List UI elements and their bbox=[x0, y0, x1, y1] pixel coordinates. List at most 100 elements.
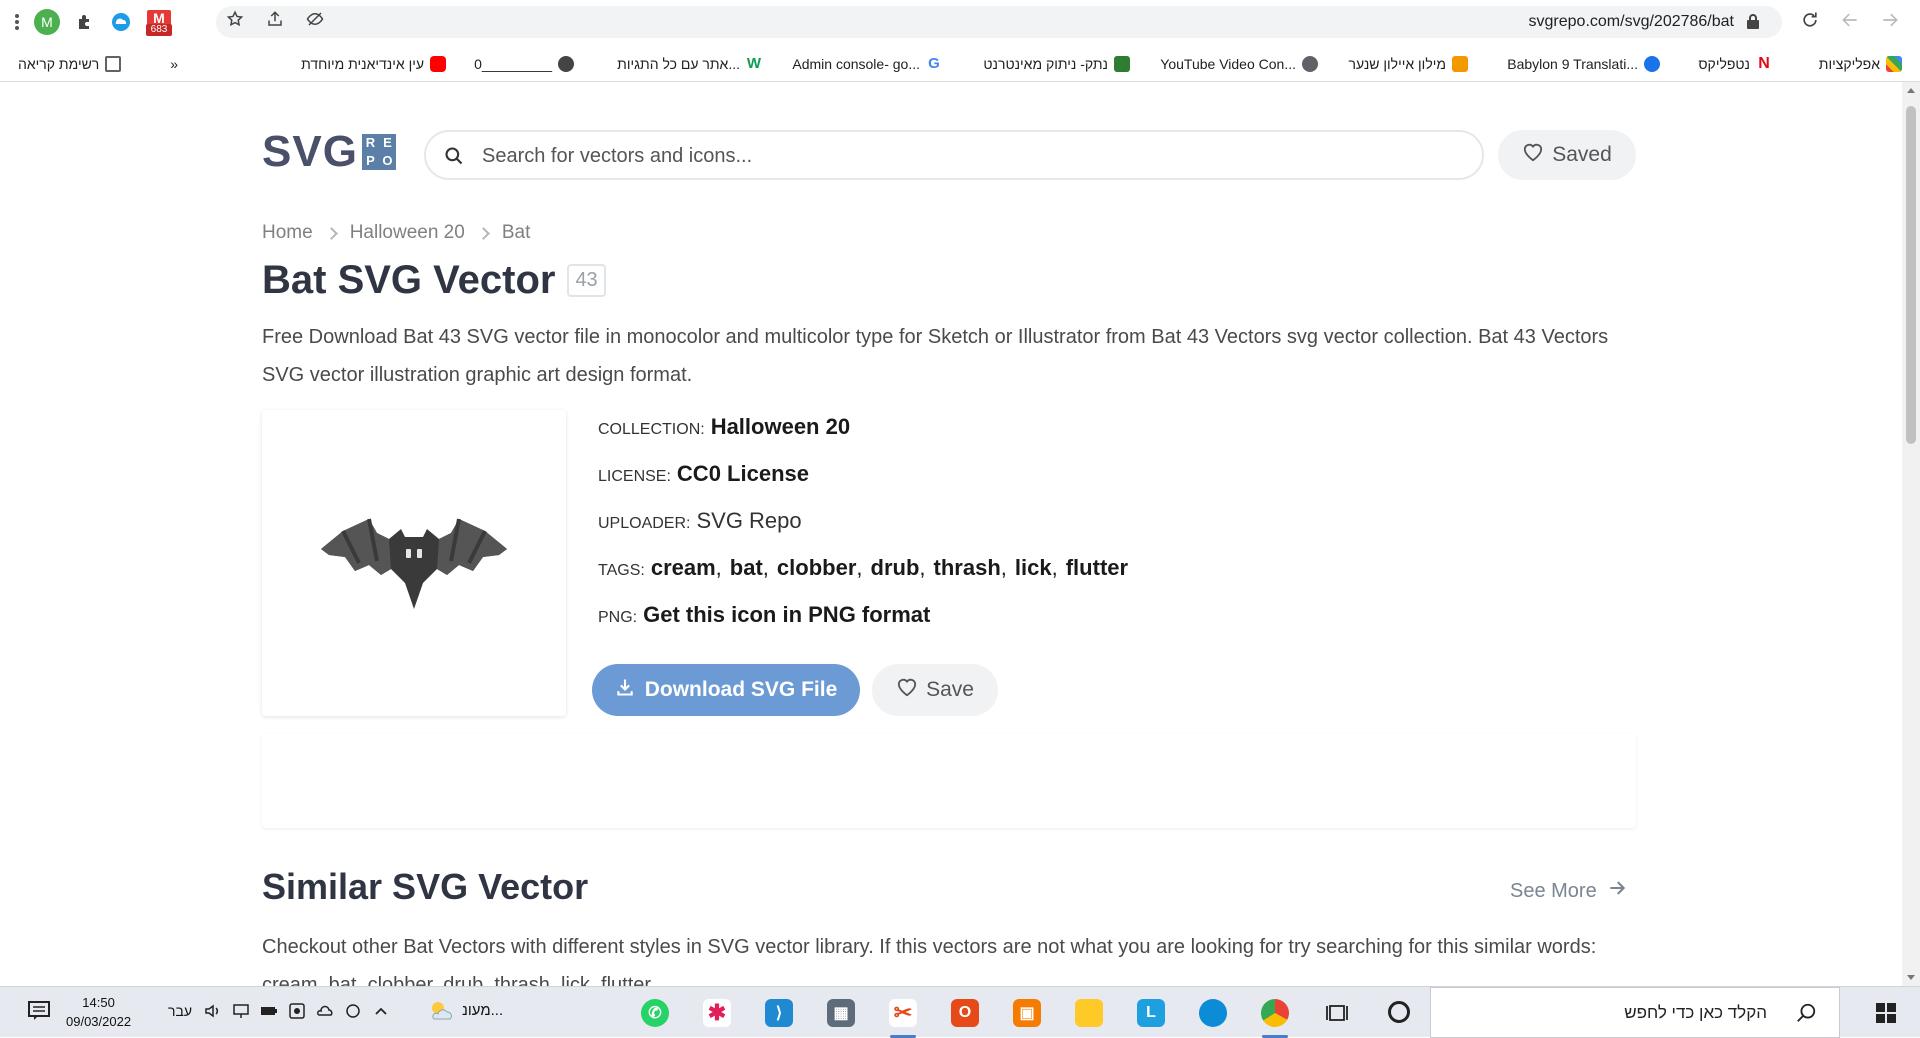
share-icon[interactable] bbox=[266, 10, 284, 33]
profile-avatar[interactable]: M bbox=[34, 9, 60, 35]
whatsapp-app[interactable]: ✆ bbox=[634, 994, 676, 1032]
reload-icon[interactable] bbox=[1800, 10, 1820, 35]
bookmarks-overflow-button[interactable]: » bbox=[170, 54, 178, 74]
download-svg-button[interactable]: Download SVG File bbox=[592, 664, 860, 716]
meta-collection: COLLECTION: Halloween 20 bbox=[598, 414, 1128, 461]
bat-icon bbox=[321, 518, 507, 609]
page-scrollbar[interactable] bbox=[1902, 82, 1920, 986]
bookmark-label: עין אינדיאנית מיוחדת bbox=[301, 56, 424, 72]
search-box[interactable] bbox=[424, 130, 1484, 180]
tag-link[interactable]: thrash bbox=[934, 555, 1001, 581]
bookmark-admin-console[interactable]: Admin console- go... G bbox=[792, 54, 942, 74]
collection-link[interactable]: Halloween 20 bbox=[711, 414, 850, 440]
taskbar-search[interactable]: הקלד כאן כדי לחפש bbox=[1430, 987, 1840, 1038]
reading-list-button[interactable]: רשימת קריאה bbox=[18, 54, 122, 74]
calculator-app[interactable]: ▦ bbox=[820, 994, 862, 1032]
breadcrumb-collection[interactable]: Halloween 20 bbox=[350, 222, 465, 244]
scroll-down-icon[interactable] bbox=[1907, 975, 1915, 980]
bookmark-label: Babylon 9 Translati... bbox=[1507, 56, 1638, 72]
logo-repo-grid: R E P O bbox=[361, 134, 396, 170]
browser-menu-icon[interactable] bbox=[14, 11, 20, 33]
feather-icon bbox=[1452, 56, 1468, 72]
bookmark-tags-site[interactable]: אתר עם כל התגיות... W bbox=[617, 54, 762, 74]
page-url[interactable]: svgrepo.com/svg/202786/bat bbox=[1529, 13, 1734, 31]
notifications-icon[interactable] bbox=[28, 1001, 50, 1021]
onedrive-icon[interactable] bbox=[316, 1002, 334, 1020]
save-label: Save bbox=[926, 678, 974, 701]
cortana-icon[interactable] bbox=[1388, 1001, 1410, 1023]
presentation-app[interactable]: ▣ bbox=[1006, 994, 1048, 1032]
bookmark-label: 0_________ bbox=[474, 56, 552, 72]
search-icon bbox=[1795, 1002, 1817, 1029]
weather-widget[interactable]: מעונ... bbox=[428, 999, 503, 1021]
edge-app[interactable] bbox=[1192, 994, 1234, 1032]
meta-key: UPLOADER: bbox=[598, 515, 691, 532]
system-clock[interactable]: 14:50 09/03/2022 bbox=[66, 993, 131, 1031]
scrollbar-thumb[interactable] bbox=[1906, 106, 1916, 444]
vscode-app[interactable]: ⟩ bbox=[758, 994, 800, 1032]
input-language[interactable]: עבר bbox=[168, 1003, 192, 1019]
network-icon[interactable] bbox=[232, 1002, 250, 1020]
browser-toolbar: M M 683 svgrepo.com/svg/202786/bat bbox=[0, 0, 1920, 44]
tag-list: cream, bat, clobber, drub, thrash, lick,… bbox=[651, 555, 1128, 581]
forward-arrow-icon[interactable] bbox=[1840, 10, 1860, 35]
l-app[interactable]: L bbox=[1130, 994, 1172, 1032]
file-explorer-app[interactable] bbox=[1068, 994, 1110, 1032]
bookmark-dictionary[interactable]: מילון איילון שנער bbox=[1349, 54, 1468, 74]
navigation-buttons bbox=[1800, 10, 1900, 35]
cloud-extension-icon[interactable] bbox=[110, 11, 132, 33]
breadcrumb-current[interactable]: Bat bbox=[502, 222, 531, 244]
meta-key: TAGS: bbox=[598, 562, 645, 579]
bookmark-babylon[interactable]: Babylon 9 Translati... bbox=[1507, 54, 1660, 74]
tag-link[interactable]: cream bbox=[651, 555, 716, 581]
bookmark-zero[interactable]: 0_________ bbox=[474, 54, 574, 74]
snipping-tool-app[interactable]: ✂ bbox=[882, 994, 924, 1038]
bookmark-indian-eye[interactable]: עין אינדיאנית מיוחדת bbox=[301, 54, 446, 74]
bookmark-youtube-converter[interactable]: YouTube Video Con... bbox=[1160, 54, 1318, 74]
gmail-extension-icon[interactable]: M 683 bbox=[146, 8, 172, 36]
slack-app[interactable]: ✱ bbox=[696, 994, 738, 1032]
scroll-up-icon[interactable] bbox=[1907, 88, 1915, 93]
battery-icon[interactable] bbox=[260, 1002, 278, 1020]
system-tray bbox=[204, 1002, 390, 1020]
tag-link[interactable]: clobber bbox=[777, 555, 856, 581]
extensions-puzzle-icon[interactable] bbox=[74, 11, 96, 33]
license-link[interactable]: CC0 License bbox=[677, 461, 809, 487]
chrome-app[interactable] bbox=[1254, 994, 1296, 1038]
tray-app-icon[interactable] bbox=[288, 1002, 306, 1020]
show-hidden-icons-chevron[interactable] bbox=[372, 1002, 390, 1020]
bookmark-apps[interactable]: אפליקציות bbox=[1819, 54, 1902, 74]
svgrepo-logo[interactable]: SVG R E P O bbox=[262, 130, 396, 174]
saved-button[interactable]: Saved bbox=[1498, 130, 1636, 180]
breadcrumb-home[interactable]: Home bbox=[262, 222, 313, 244]
office-app[interactable]: O bbox=[944, 994, 986, 1032]
bookmark-label: נטפליקס bbox=[1698, 56, 1750, 72]
meta-key: PNG: bbox=[598, 609, 638, 626]
tracking-eye-off-icon[interactable] bbox=[306, 10, 324, 33]
slack-icon: ✱ bbox=[703, 999, 731, 1027]
windows-start-icon[interactable] bbox=[1876, 1003, 1896, 1023]
bookmark-label: רשימת קריאה bbox=[18, 56, 100, 72]
vscode-icon: ⟩ bbox=[765, 999, 793, 1027]
back-arrow-icon[interactable] bbox=[1880, 10, 1900, 35]
bookmark-netflix[interactable]: נטפליקס N bbox=[1698, 54, 1772, 74]
clock-time: 14:50 bbox=[82, 995, 115, 1010]
bookmark-disconnect[interactable]: נתק- ניתוק מאינטרנט bbox=[983, 54, 1130, 74]
tag-link[interactable]: bat bbox=[730, 555, 763, 581]
tag-link[interactable]: flutter bbox=[1066, 555, 1128, 581]
save-button[interactable]: Save bbox=[872, 664, 998, 716]
png-download-link[interactable]: Get this icon in PNG format bbox=[643, 602, 930, 628]
volume-icon[interactable] bbox=[204, 1002, 222, 1020]
see-more-link[interactable]: See More bbox=[1510, 878, 1627, 904]
bookmark-star-icon[interactable] bbox=[226, 10, 244, 33]
sync-icon[interactable] bbox=[344, 1002, 362, 1020]
search-input[interactable] bbox=[482, 142, 1462, 170]
meta-tags: TAGS: cream, bat, clobber, drub, thrash,… bbox=[598, 555, 1128, 602]
task-view-button[interactable] bbox=[1316, 994, 1358, 1032]
similar-description: Checkout other Bat Vectors with differen… bbox=[262, 936, 1597, 986]
tag-link[interactable]: drub bbox=[871, 555, 920, 581]
l-app-icon: L bbox=[1137, 999, 1165, 1027]
lock-icon[interactable] bbox=[1746, 13, 1760, 29]
tag-link[interactable]: lick bbox=[1015, 555, 1052, 581]
whatsapp-icon: ✆ bbox=[641, 999, 669, 1027]
